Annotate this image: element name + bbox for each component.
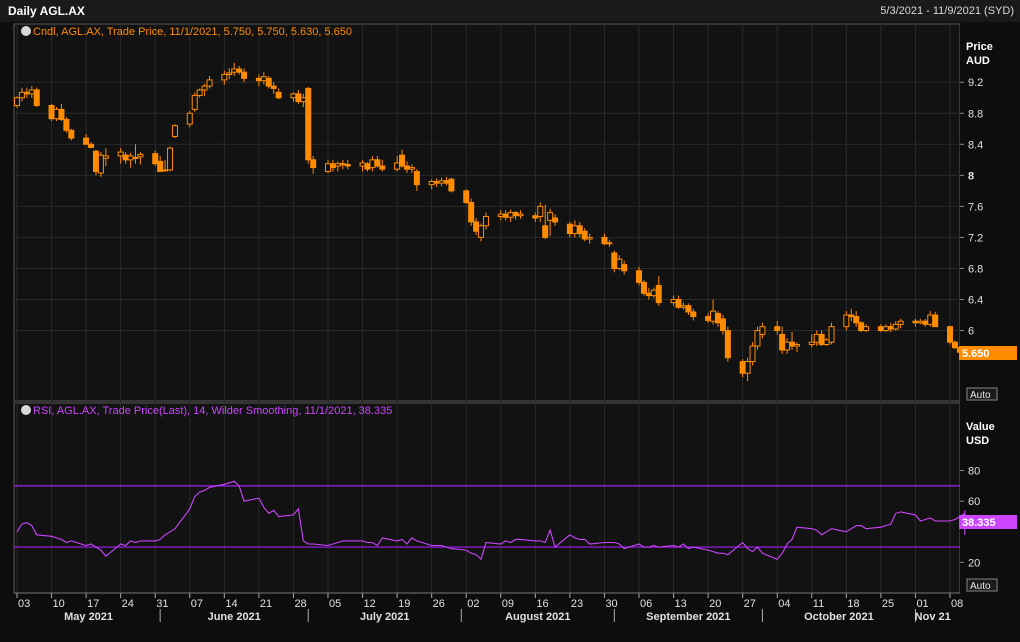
month-label: Nov 21 [915, 611, 951, 623]
price-tick-label: 6.4 [968, 295, 983, 307]
chart-canvas[interactable]: 9.2 8.8 8.4 8 7.6 7.2 6.8 6.4 6 80 60 20 03 10 17 24 31 0… [0, 0, 1020, 642]
rsi-tick-label: 60 [968, 496, 980, 508]
candle [48, 103, 55, 122]
day-tick-label: 06 [640, 598, 652, 610]
candle [92, 149, 99, 176]
rsi-tick-label: 20 [968, 557, 980, 569]
rsi-axis-unit: USD [966, 435, 989, 447]
day-tick-label: 31 [156, 598, 168, 610]
month-label: June 2021 [208, 611, 261, 623]
rsi-tick-label: 80 [968, 466, 980, 478]
candle [951, 340, 958, 350]
price-tick-label: 9.2 [968, 77, 983, 89]
price-last-value: 5.650 [962, 348, 990, 360]
month-label: August 2021 [505, 611, 570, 623]
day-tick-label: 28 [294, 598, 306, 610]
day-tick-label: 27 [744, 598, 756, 610]
price-axis-title: Price [966, 41, 993, 53]
rsi-last-value: 38.335 [962, 517, 996, 529]
day-tick-label: 19 [398, 598, 410, 610]
day-tick-label: 01 [916, 598, 928, 610]
day-tick-label: 05 [329, 598, 341, 610]
day-tick-label: 12 [364, 598, 376, 610]
price-tick-label: 7.6 [968, 201, 983, 213]
month-label: July 2021 [360, 611, 410, 623]
rsi-legend-icon[interactable] [21, 405, 31, 415]
price-tick-label: 8.8 [968, 108, 983, 120]
day-tick-label: 03 [18, 598, 30, 610]
price-tick-label: 7.2 [968, 232, 983, 244]
price-auto-label: Auto [970, 390, 991, 401]
day-tick-label: 24 [122, 598, 134, 610]
candle [97, 152, 104, 177]
day-tick-label: 02 [467, 598, 479, 610]
candle [265, 76, 272, 89]
day-tick-label: 10 [53, 598, 65, 610]
day-tick-label: 18 [847, 598, 859, 610]
day-tick-label: 23 [571, 598, 583, 610]
day-tick-label: 21 [260, 598, 272, 610]
day-tick-label: 20 [709, 598, 721, 610]
day-tick-label: 09 [502, 598, 514, 610]
candle [463, 189, 470, 205]
day-tick-label: 17 [87, 598, 99, 610]
day-tick-label: 04 [778, 598, 790, 610]
day-tick-label: 13 [675, 598, 687, 610]
price-tick-label: 8.4 [968, 139, 983, 151]
day-tick-label: 16 [536, 598, 548, 610]
candle [448, 177, 455, 193]
candle [823, 338, 830, 347]
candle [947, 325, 953, 345]
month-label: September 2021 [646, 611, 730, 623]
day-tick-label: 08 [951, 598, 963, 610]
price-legend: Cndl, AGL.AX, Trade Price, 11/1/2021, 5.… [33, 26, 352, 38]
candle [724, 326, 731, 362]
candle [63, 117, 70, 133]
price-tick-label: 8 [968, 170, 974, 182]
candle [53, 107, 60, 122]
rsi-legend: RSI, AGL.AX, Trade Price(Last), 14, Wild… [33, 405, 392, 417]
candle [33, 87, 40, 108]
day-tick-label: 07 [191, 598, 203, 610]
day-tick-label: 26 [433, 598, 445, 610]
candle [191, 92, 198, 112]
price-axis-unit: AUD [966, 55, 990, 67]
day-tick-label: 14 [225, 598, 237, 610]
candle [749, 342, 756, 366]
candle [754, 326, 761, 350]
price-tick-label: 6.8 [968, 263, 983, 275]
month-label: May 2021 [64, 611, 113, 623]
rsi-panel-frame [13, 402, 961, 594]
rsi-axis-title: Value [966, 421, 995, 433]
price-tick-label: 6 [968, 326, 974, 338]
rsi-auto-button[interactable]: Auto [966, 578, 998, 592]
candle [468, 198, 475, 226]
day-tick-label: 25 [882, 598, 894, 610]
candle [640, 280, 647, 296]
candle [305, 86, 312, 164]
price-auto-button[interactable]: Auto [966, 387, 998, 401]
candle [171, 124, 178, 139]
candle [167, 146, 174, 172]
rsi-auto-label: Auto [970, 581, 991, 592]
price-panel-frame [13, 23, 961, 402]
candle [858, 321, 865, 333]
day-tick-label: 11 [813, 598, 824, 610]
day-tick-label: 30 [605, 598, 617, 610]
price-legend-icon[interactable] [21, 26, 31, 36]
month-label: October 2021 [804, 611, 874, 623]
